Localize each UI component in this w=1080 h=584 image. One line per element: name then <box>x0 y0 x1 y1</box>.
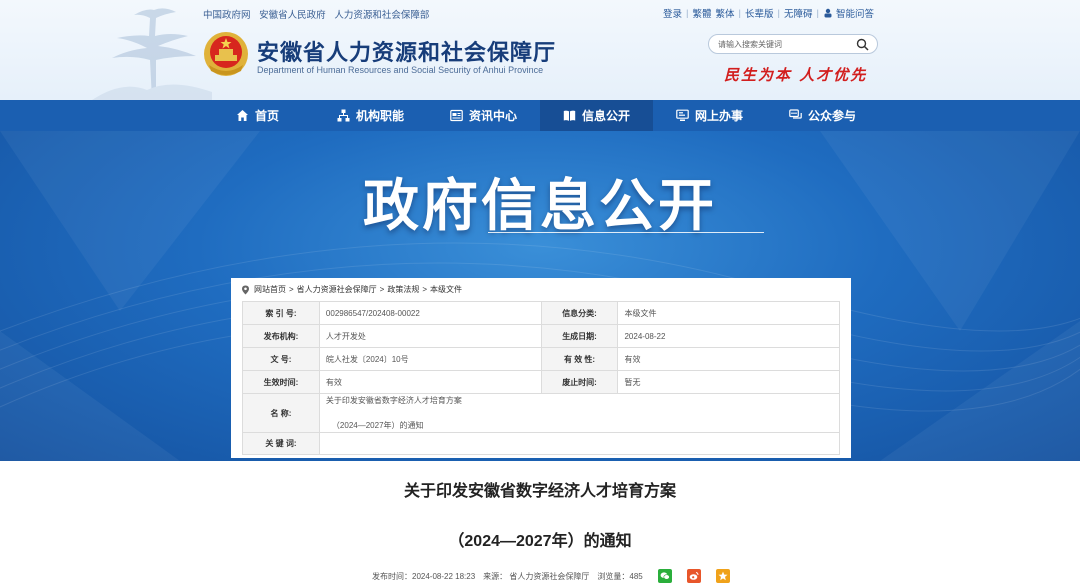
nav-label: 资讯中心 <box>468 109 517 123</box>
expire-value: 暂无 <box>617 370 840 394</box>
category-value: 本级文件 <box>617 301 840 325</box>
keyword-label: 关 键 词: <box>242 432 320 455</box>
effective-label: 生效时间: <box>242 370 320 394</box>
breadcrumb-separator: > <box>289 285 294 294</box>
pine-tree-decoration <box>92 8 212 100</box>
breadcrumb-separator: > <box>379 285 385 294</box>
banner-underline <box>488 232 764 233</box>
article-meta: 发布时间：2024-08-22 18:23 来源： 省人力资源社会保障厅 浏览量… <box>372 569 738 583</box>
publisher-label: 发布机构: <box>242 324 320 348</box>
docno-value: 皖人社发〔2024〕10号 <box>318 347 542 371</box>
article-title-line-2: （2024—2027年）的通知 <box>448 533 632 550</box>
validity-value: 有效 <box>617 347 840 371</box>
name-label: 名 称: <box>242 393 320 433</box>
news-icon <box>450 109 463 122</box>
breadcrumb-policy[interactable]: 政策法规 <box>387 284 419 295</box>
banner-title: 政府信息公开 <box>363 174 717 237</box>
top-links: 中国政府网 安徽省人民政府 人力资源和社会保障部 <box>203 7 435 21</box>
star-icon <box>718 571 728 581</box>
national-emblem-icon[interactable] <box>203 31 249 77</box>
publisher-value: 人才开发处 <box>318 324 542 348</box>
home-icon <box>236 110 248 121</box>
site-subtitle: Department of Human Resources and Social… <box>257 65 544 75</box>
wechat-icon <box>660 572 670 580</box>
divider: | <box>686 7 689 19</box>
breadcrumb: 网站首页 > 省人力资源社会保障厅 > 政策法规 > 本级文件 <box>241 284 462 295</box>
nav-item-public-participation[interactable]: 公众参与 <box>766 100 879 131</box>
keyword-value <box>318 432 841 455</box>
search-input[interactable] <box>718 38 848 51</box>
nav-label: 信息公开 <box>581 109 630 123</box>
divider: | <box>816 7 819 19</box>
document-info-panel: 网站首页 > 省人力资源社会保障厅 > 政策法规 > 本级文件 索 引 号: 0… <box>231 278 851 458</box>
effective-value: 有效 <box>318 370 542 394</box>
nav-item-org[interactable]: 机构职能 <box>314 100 427 131</box>
article-title-line-1: 关于印发安徽省数字经济人才培育方案 <box>403 483 676 500</box>
table-row: 生效时间: 有效 废止时间: 暂无 <box>242 370 840 394</box>
weibo-share-button[interactable] <box>686 569 701 583</box>
nav-item-home[interactable]: 首页 <box>201 100 314 131</box>
link-gov-cn[interactable]: 中国政府网 <box>203 10 251 21</box>
breadcrumb-home[interactable]: 网站首页 <box>254 284 286 295</box>
validity-label: 有 效 性: <box>540 347 619 371</box>
document-meta-table: 索 引 号: 002986547/202408-00022 信息分类: 本级文件… <box>242 301 841 455</box>
table-row: 名 称: 关于印发安徽省数字经济人才培育方案 （2024—2027年）的通知 <box>242 393 841 433</box>
monitor-icon <box>676 109 689 121</box>
utility-links: 登录 | 繁體 繁体 | 长辈版 | 无障碍 | 智能问答 <box>663 6 874 21</box>
table-row: 关 键 词: <box>242 432 841 455</box>
site-title[interactable]: 安徽省人力资源和社会保障厅 <box>257 35 556 67</box>
traditional-link-a[interactable]: 繁體 <box>693 6 712 20</box>
wechat-share-button[interactable] <box>657 569 672 583</box>
book-icon <box>563 110 576 121</box>
divider: | <box>777 7 780 19</box>
main-nav: 首页 机构职能 资讯中心 信息公开 网上办事 公众参与 <box>0 100 1080 131</box>
search-box <box>708 34 878 54</box>
favorite-button[interactable] <box>715 569 730 583</box>
nav-label: 机构职能 <box>355 109 404 123</box>
category-label: 信息分类: <box>540 301 619 325</box>
nav-label: 网上办事 <box>694 109 743 123</box>
date-value: 2024-08-22 <box>617 324 840 348</box>
robot-icon <box>824 8 832 18</box>
weibo-icon <box>689 572 699 580</box>
nav-item-online-service[interactable]: 网上办事 <box>653 100 766 131</box>
link-anhui-gov[interactable]: 安徽省人民政府 <box>259 10 326 21</box>
site-header: 中国政府网 安徽省人民政府 人力资源和社会保障部 登录 | 繁體 繁体 | 长辈… <box>0 0 1080 100</box>
elder-mode-link[interactable]: 长辈版 <box>745 6 774 20</box>
table-row: 文 号: 皖人社发〔2024〕10号 有 效 性: 有效 <box>242 347 840 371</box>
chat-icon <box>789 109 802 119</box>
index-label: 索 引 号: <box>242 301 320 325</box>
article-source: 来源： 省人力资源社会保障厅 <box>483 571 590 581</box>
name-value: 关于印发安徽省数字经济人才培育方案 （2024—2027年）的通知 <box>318 393 841 433</box>
nav-label: 首页 <box>254 109 279 123</box>
article-header: 关于印发安徽省数字经济人才培育方案 （2024—2027年）的通知 发布时间：2… <box>0 461 1080 584</box>
expire-label: 废止时间: <box>540 370 619 394</box>
name-line-1: 关于印发安徽省数字经济人才培育方案 <box>325 396 462 405</box>
publish-time: 发布时间：2024-08-22 18:23 <box>372 571 476 581</box>
docno-label: 文 号: <box>242 347 320 371</box>
index-value: 002986547/202408-00022 <box>318 301 542 325</box>
slogan: 民生为本 人才优先 <box>724 66 868 84</box>
breadcrumb-separator: > <box>422 285 428 294</box>
nav-label: 公众参与 <box>807 109 856 123</box>
breadcrumb-dept[interactable]: 省人力资源社会保障厅 <box>297 284 377 295</box>
link-mohrss[interactable]: 人力资源和社会保障部 <box>334 10 429 21</box>
org-chart-icon <box>337 109 350 122</box>
search-icon[interactable] <box>856 38 869 51</box>
divider: | <box>738 7 742 19</box>
smart-qa-link[interactable]: 智能问答 <box>836 6 874 20</box>
view-count: 浏览量：485 <box>597 571 643 581</box>
table-row: 索 引 号: 002986547/202408-00022 信息分类: 本级文件 <box>242 301 840 325</box>
nav-item-info-disclosure[interactable]: 信息公开 <box>540 100 653 131</box>
accessibility-link[interactable]: 无障碍 <box>784 6 813 20</box>
traditional-link-b[interactable]: 繁体 <box>716 6 735 20</box>
breadcrumb-current[interactable]: 本级文件 <box>430 284 462 295</box>
nav-item-news[interactable]: 资讯中心 <box>427 100 540 131</box>
name-line-2: （2024—2027年）的通知 <box>331 421 424 430</box>
table-row: 发布机构: 人才开发处 生成日期: 2024-08-22 <box>242 324 840 348</box>
date-label: 生成日期: <box>540 324 619 348</box>
location-pin-icon <box>242 285 249 294</box>
login-link[interactable]: 登录 <box>663 6 682 20</box>
